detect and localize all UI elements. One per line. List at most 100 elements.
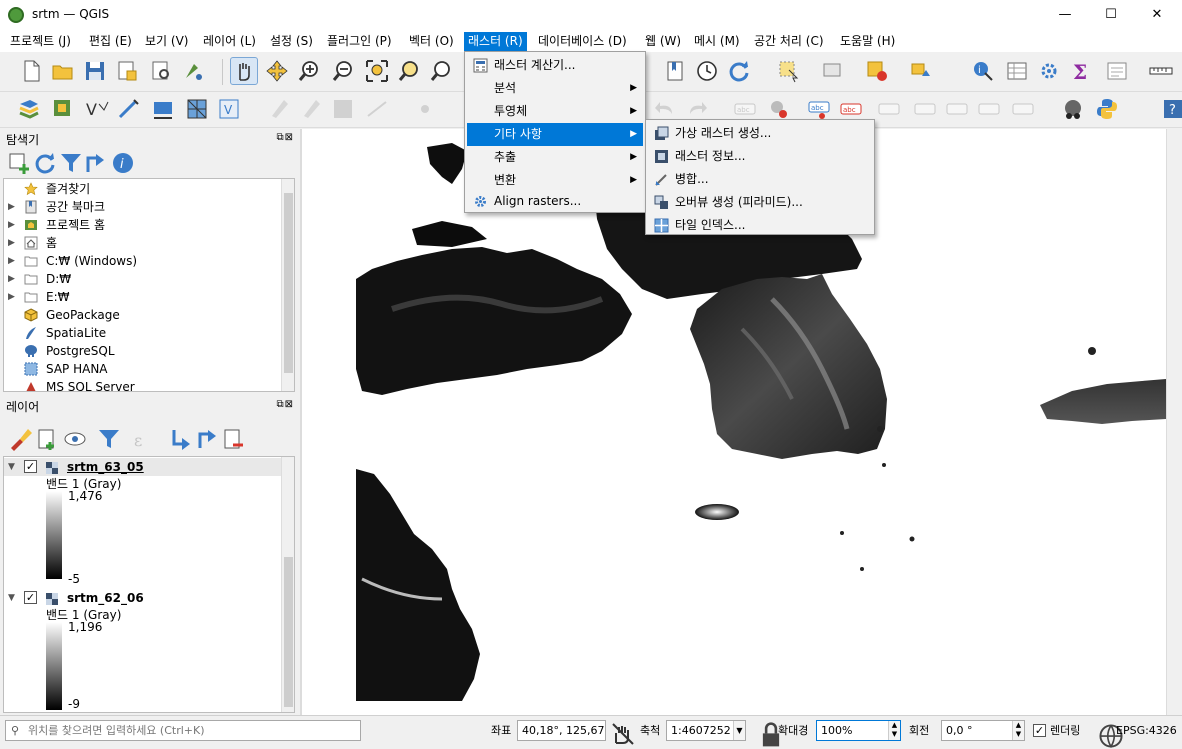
filter-legend-icon[interactable] [96, 426, 119, 448]
scroll-thumb[interactable] [284, 193, 293, 373]
zoom-to-layer-icon[interactable] [428, 58, 454, 84]
close-button[interactable]: ✕ [1134, 0, 1180, 30]
current-edits-icon[interactable] [266, 96, 292, 122]
open-layer-styling-icon[interactable] [8, 426, 32, 451]
menu-item-miscellaneous[interactable]: 기타 사항 ▶ [467, 123, 643, 146]
refresh-browser-icon[interactable] [32, 150, 55, 174]
save-project-icon[interactable] [82, 58, 108, 84]
scroll-thumb[interactable] [284, 557, 293, 707]
add-raster-layer-icon[interactable] [50, 96, 76, 122]
menu-item-projections[interactable]: 투영체 ▶ [467, 100, 643, 123]
menu-item-align-rasters[interactable]: Align rasters... [467, 190, 643, 213]
digitize-line-icon[interactable] [364, 96, 390, 122]
layer-item[interactable]: ▼ ✓ srtm_62_06 [4, 589, 284, 607]
panel-buttons[interactable]: ⧉⊠ [276, 132, 294, 143]
menu-item-analysis[interactable]: 분석 ▶ [467, 77, 643, 100]
save-edits-icon[interactable] [330, 96, 356, 122]
scale-combobox[interactable]: 1:4607252 ▼ [666, 720, 746, 741]
layer-item[interactable]: ▼ ✓ srtm_63_05 [4, 458, 284, 476]
lock-scale-icon[interactable] [758, 722, 780, 747]
crs-button[interactable]: EPSG:4326 [1116, 720, 1177, 741]
expand-arrow-icon[interactable]: ▶ [8, 234, 15, 252]
deselect-all-icon[interactable] [864, 58, 890, 84]
select-by-value-icon[interactable] [820, 58, 846, 84]
menu-item-build-overviews[interactable]: 오버뷰 생성 (피라미드)... [648, 191, 872, 214]
toggle-editing-icon[interactable] [298, 96, 324, 122]
pan-map-icon[interactable] [230, 57, 258, 85]
magnifier-field[interactable]: 100% ▲ ▼ [816, 720, 901, 741]
python-console-icon[interactable] [1094, 96, 1120, 122]
zoom-out-icon[interactable] [330, 58, 356, 84]
show-tips-icon[interactable] [1104, 58, 1130, 84]
minimize-button[interactable]: — [1042, 0, 1088, 30]
add-mesh-layer-icon[interactable] [184, 96, 210, 122]
open-attribute-table-icon[interactable] [1004, 58, 1030, 84]
menu-item-merge[interactable]: 병합... [648, 168, 872, 191]
add-virtual-layer-icon[interactable]: V [216, 96, 242, 122]
refresh-icon[interactable] [726, 58, 752, 84]
panel-buttons[interactable]: ⧉⊠ [276, 399, 294, 410]
processing-toolbox-icon[interactable] [1036, 58, 1062, 84]
properties-icon[interactable]: i [110, 150, 133, 173]
spinner-arrows-icon[interactable]: ▲ ▼ [1012, 721, 1024, 740]
menu-item-build-virtual-raster[interactable]: 가상 래스터 생성... [648, 122, 872, 145]
expand-all-icon[interactable] [170, 426, 190, 450]
layout-manager-icon[interactable] [148, 58, 174, 84]
menu-settings[interactable]: 설정 (S) [266, 32, 317, 51]
collapse-all-icon[interactable] [84, 150, 104, 172]
browser-scrollbar[interactable] [281, 179, 294, 391]
remove-layer-icon[interactable] [220, 426, 243, 449]
menu-item-extraction[interactable]: 추출 ▶ [467, 146, 643, 169]
menu-layer[interactable]: 레이어 (L) [199, 32, 260, 51]
menu-item-raster-info[interactable]: 래스터 정보... [648, 145, 872, 168]
menu-item-tile-index[interactable]: 타일 인덱스... [648, 214, 872, 237]
new-bookmark-icon[interactable] [662, 58, 688, 84]
coordinate-field[interactable]: 40,18°, 125,67° [517, 720, 606, 741]
help-icon[interactable]: ? [1160, 96, 1182, 122]
chevron-down-icon[interactable]: ▼ [733, 721, 745, 740]
style-manager-icon[interactable] [180, 58, 206, 84]
spinner-arrows-icon[interactable]: ▲ ▼ [888, 721, 900, 740]
menu-database[interactable]: 데이터베이스 (D) [534, 32, 631, 51]
show-label-icon[interactable] [912, 96, 938, 122]
expand-arrow-icon[interactable]: ▶ [8, 198, 15, 216]
select-location-icon[interactable] [908, 58, 934, 84]
zoom-to-selection-icon[interactable] [396, 58, 422, 84]
collapse-all-layers-icon[interactable] [196, 426, 216, 448]
menu-vector[interactable]: 벡터 (O) [405, 32, 458, 51]
render-checkbox[interactable]: ✓ [1033, 724, 1046, 737]
collapse-arrow-icon[interactable]: ▼ [8, 458, 15, 476]
add-delimited-text-icon[interactable] [116, 96, 142, 122]
menu-edit[interactable]: 편집 (E) [85, 32, 136, 51]
expand-arrow-icon[interactable]: ▶ [8, 270, 15, 288]
layer-visibility-checkbox[interactable]: ✓ [24, 591, 37, 604]
data-source-manager-icon[interactable] [16, 96, 42, 122]
locator-search-input[interactable]: ⚲ 위치를 찾으려면 입력하세요 (Ctrl+K) [5, 720, 361, 741]
move-label-icon[interactable] [876, 96, 902, 122]
new-print-layout-icon[interactable] [114, 58, 140, 84]
pan-to-selection-icon[interactable] [264, 58, 290, 84]
menu-plugins[interactable]: 플러그인 (P) [323, 32, 396, 51]
identify-features-icon[interactable]: i [970, 58, 996, 84]
open-project-icon[interactable] [50, 58, 76, 84]
expand-arrow-icon[interactable]: ▶ [8, 252, 15, 270]
menu-item-raster-calculator[interactable]: 래스터 계산기... [467, 54, 643, 77]
select-features-icon[interactable] [776, 58, 802, 84]
statistics-icon[interactable]: Σ [1068, 58, 1094, 84]
layer-visibility-checkbox[interactable]: ✓ [24, 460, 37, 473]
plugin-globe-icon[interactable] [1060, 96, 1086, 122]
menu-project[interactable]: 프로젝트 (J) [6, 32, 75, 51]
maximize-button[interactable]: ☐ [1088, 0, 1134, 30]
menu-web[interactable]: 웹 (W) [641, 32, 685, 51]
temporal-controller-icon[interactable] [694, 58, 720, 84]
filter-browser-icon[interactable] [58, 150, 81, 172]
filter-expression-icon[interactable]: ε [130, 426, 148, 450]
collapse-arrow-icon[interactable]: ▼ [8, 589, 15, 607]
layers-scrollbar[interactable] [281, 457, 294, 712]
menu-mesh[interactable]: 메시 (M) [690, 32, 744, 51]
menu-item-conversion[interactable]: 변환 ▶ [467, 169, 643, 192]
edit-label-icon[interactable] [1010, 96, 1036, 122]
expand-arrow-icon[interactable]: ▶ [8, 216, 15, 234]
manage-visibility-icon[interactable] [62, 426, 86, 446]
new-project-icon[interactable] [18, 58, 44, 84]
